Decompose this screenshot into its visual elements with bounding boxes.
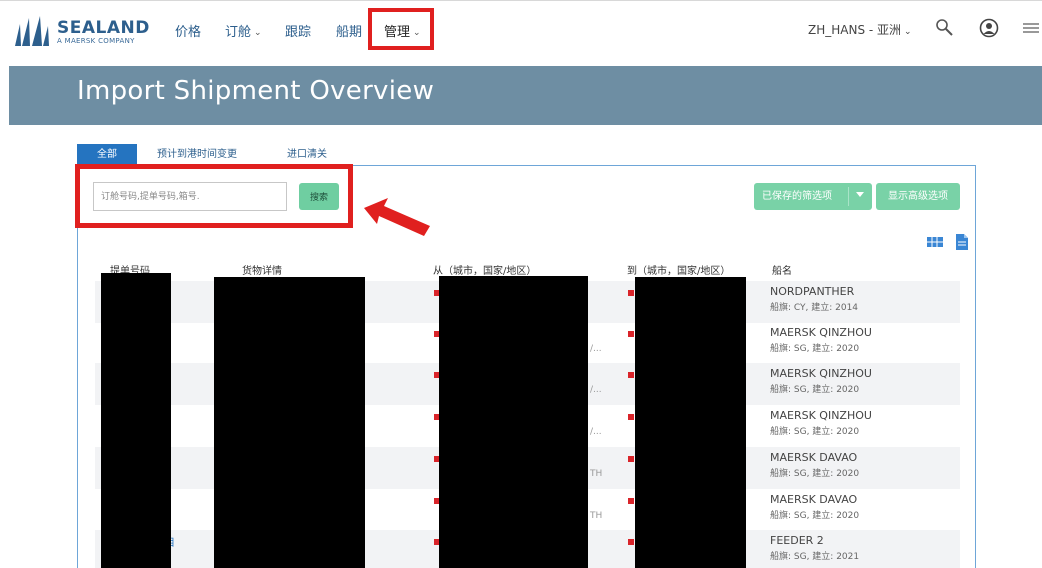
advanced-options-button[interactable]: 显示高级选项	[876, 183, 960, 210]
vessel-meta: 船旗: CY, 建立: 2014	[770, 303, 859, 313]
language-label: ZH_HANS - 亚洲	[808, 23, 902, 37]
destination-flag-icon	[628, 331, 634, 337]
menu-icon[interactable]	[1020, 17, 1042, 39]
destination-flag-icon	[628, 539, 634, 545]
destination-flag-icon	[628, 290, 634, 296]
nav-booking[interactable]: 订舱 ⌄	[225, 21, 262, 40]
vessel-name[interactable]: MAERSK QINZHOU	[770, 367, 872, 380]
red-arrow-annotation	[364, 198, 430, 236]
destination-flag-icon	[628, 498, 634, 504]
saved-filters-divider	[848, 187, 849, 206]
redacted-bl-column	[101, 273, 171, 568]
tab-import-clearance[interactable]: 进口清关	[287, 144, 327, 165]
caret-down-icon	[856, 192, 864, 197]
redacted-from-column	[439, 276, 588, 568]
nav-tracking[interactable]: 跟踪	[285, 21, 311, 40]
vessel-meta: 船旗: SG, 建立: 2021	[770, 552, 860, 562]
origin-text-fragment: /...	[590, 385, 602, 395]
origin-text-fragment: TH	[590, 511, 603, 521]
page-title: Import Shipment Overview	[77, 76, 435, 106]
saved-filters-label: 已保存的筛选项	[762, 191, 832, 202]
search-highlight-box	[75, 164, 353, 228]
origin-text-fragment: /...	[590, 427, 602, 437]
user-icon[interactable]	[978, 17, 1000, 39]
vessel-name[interactable]: MAERSK QINZHOU	[770, 326, 872, 339]
manage-highlight-box	[368, 8, 434, 50]
vessel-name[interactable]: MAERSK DAVAO	[770, 493, 857, 506]
origin-text-fragment: TH	[590, 469, 603, 479]
redacted-to-column	[635, 277, 746, 568]
nav-booking-label: 订舱	[225, 25, 252, 40]
column-header-from[interactable]: 从（城市，国家/地区）	[433, 262, 536, 277]
sealand-logo[interactable]: SEALAND A MAERSK COMPANY	[12, 14, 150, 50]
vessel-name[interactable]: FEEDER 2	[770, 534, 824, 547]
nav-schedules[interactable]: 船期	[336, 21, 362, 40]
destination-flag-icon	[628, 414, 634, 420]
vessel-meta: 船旗: SG, 建立: 2020	[770, 427, 860, 437]
tab-all[interactable]: 全部	[77, 144, 137, 165]
saved-filters-dropdown[interactable]: 已保存的筛选项	[754, 183, 872, 210]
document-icon[interactable]	[953, 234, 971, 250]
vessel-name[interactable]: MAERSK DAVAO	[770, 451, 857, 464]
column-header-cargo-details[interactable]: 货物详情	[242, 262, 282, 277]
language-region-selector[interactable]: ZH_HANS - 亚洲 ⌄	[808, 21, 912, 38]
panel-border-right	[975, 165, 976, 568]
vessel-meta: 船旗: SG, 建立: 2020	[770, 511, 860, 521]
vessel-meta: 船旗: SG, 建立: 2020	[770, 385, 860, 395]
top-navigation: SEALAND A MAERSK COMPANY 价格 订舱 ⌄ 跟踪 船期 管理…	[0, 0, 1042, 62]
brand-tagline: A MAERSK COMPANY	[57, 36, 135, 45]
nav-schedules-label: 船期	[336, 25, 363, 40]
vessel-meta: 船旗: SG, 建立: 2020	[770, 344, 860, 354]
brand-name: SEALAND	[57, 17, 150, 38]
search-icon[interactable]	[934, 17, 956, 39]
destination-flag-icon	[628, 456, 634, 462]
nav-tracking-label: 跟踪	[285, 25, 312, 40]
column-header-vessel[interactable]: 船名	[772, 262, 792, 277]
tab-eta-changes[interactable]: 预计到港时间变更	[157, 144, 237, 165]
vessel-name[interactable]: MAERSK QINZHOU	[770, 409, 872, 422]
excel-export-icon[interactable]	[926, 234, 944, 250]
column-header-to[interactable]: 到（城市，国家/地区）	[627, 262, 730, 277]
logo-sails-icon	[15, 16, 49, 46]
chevron-down-icon: ⌄	[254, 28, 262, 38]
nav-prices[interactable]: 价格	[175, 21, 201, 40]
destination-flag-icon	[628, 372, 634, 378]
nav-prices-label: 价格	[175, 25, 202, 40]
chevron-down-icon: ⌄	[904, 27, 912, 37]
redacted-cargo-column	[214, 277, 365, 568]
page-banner: Import Shipment Overview	[9, 66, 1042, 125]
origin-text-fragment: /...	[590, 344, 602, 354]
vessel-name[interactable]: NORDPANTHER	[770, 285, 854, 298]
vessel-meta: 船旗: SG, 建立: 2020	[770, 469, 860, 479]
